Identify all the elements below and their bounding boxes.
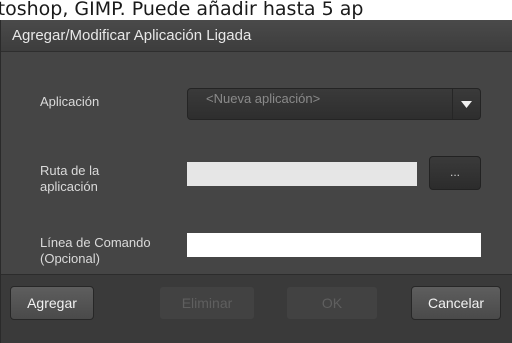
add-button[interactable]: Agregar <box>10 286 94 320</box>
dialog-titlebar: Agregar/Modificar Aplicación Ligada <box>1 20 512 52</box>
path-input[interactable] <box>187 162 417 186</box>
application-select-value: <Nueva aplicación> <box>206 91 321 106</box>
browse-button[interactable]: ... <box>429 156 481 190</box>
command-line-label: Línea de Comando (Opcional) <box>40 235 151 266</box>
chevron-down-icon[interactable] <box>452 89 480 119</box>
dialog-title: Agregar/Modificar Aplicación Ligada <box>12 27 252 44</box>
ok-button[interactable]: OK <box>286 286 378 320</box>
dialog-footer: Agregar Eliminar OK Cancelar <box>1 274 512 343</box>
command-line-input[interactable] <box>187 233 481 257</box>
background-context-text: otoshop, GIMP. Puede añadir hasta 5 ap <box>0 0 364 20</box>
linked-application-dialog: Agregar/Modificar Aplicación Ligada Apli… <box>0 20 512 343</box>
path-label: Ruta de la aplicación <box>40 163 100 194</box>
application-label: Aplicación <box>40 94 100 109</box>
cancel-button[interactable]: Cancelar <box>411 286 501 320</box>
delete-button[interactable]: Eliminar <box>159 286 255 320</box>
application-select[interactable]: <Nueva aplicación> <box>187 88 481 120</box>
